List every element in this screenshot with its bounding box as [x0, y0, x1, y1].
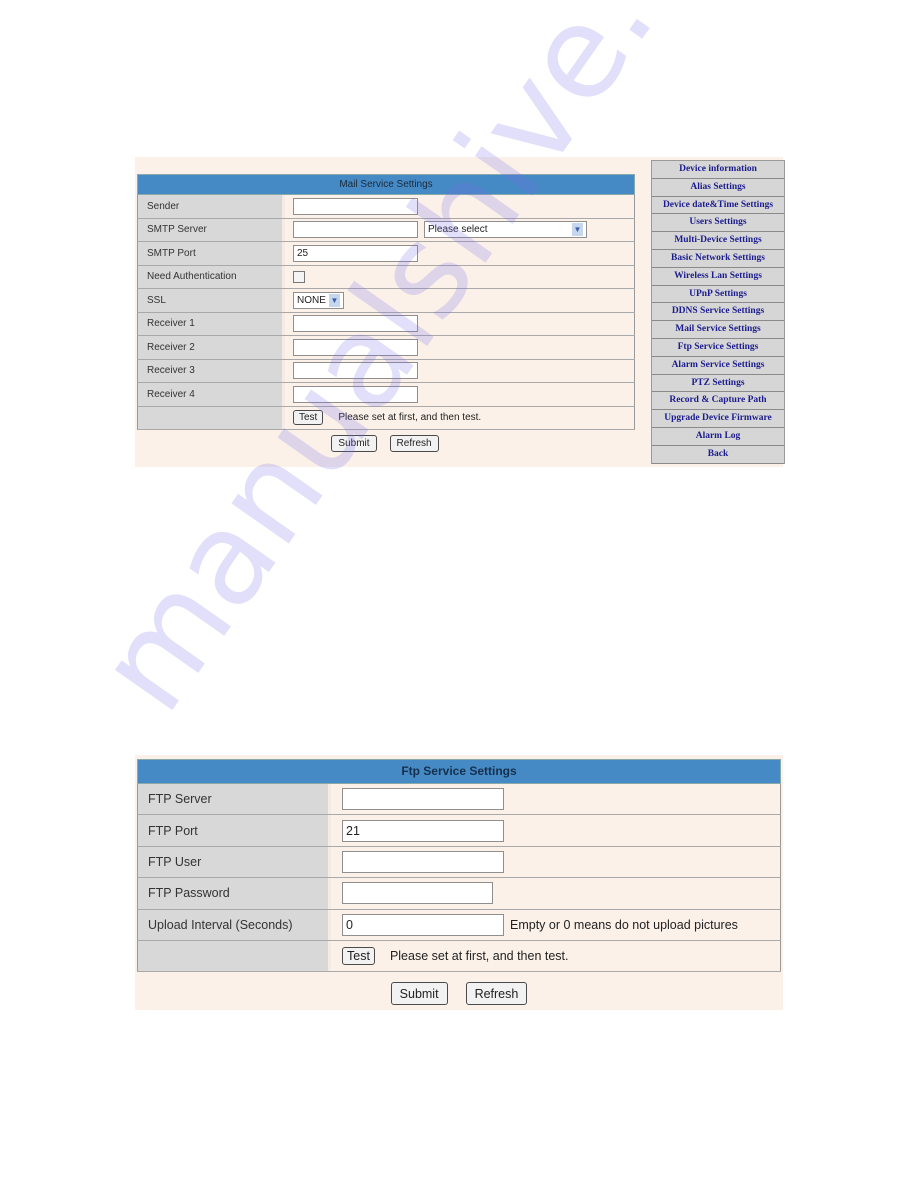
sidebar-item-alarm-log[interactable]: Alarm Log	[652, 428, 784, 446]
ftp-password-input[interactable]	[342, 882, 493, 905]
receiver1-label: Receiver 1	[137, 312, 285, 335]
ftp-submit-button[interactable]: Submit	[390, 982, 448, 1005]
smtp-port-input[interactable]: 25	[293, 244, 418, 262]
receiver4-row: Receiver 4	[137, 383, 635, 407]
smtp-port-label: SMTP Port	[137, 242, 285, 265]
receiver2-input[interactable]	[293, 338, 418, 356]
upload-interval-row: Upload Interval (Seconds) 0 Empty or 0 m…	[137, 909, 781, 941]
sidebar-item-device-information[interactable]: Device information	[652, 161, 784, 179]
mail-settings-title: Mail Service Settings	[137, 174, 635, 195]
ftp-password-label: FTP Password	[137, 878, 331, 909]
chevron-down-icon: ▼	[572, 223, 583, 237]
mail-test-row: Test Please set at first, and then test.	[137, 406, 635, 430]
ftp-test-button[interactable]: Test	[342, 947, 375, 966]
sidebar-item-alias-settings[interactable]: Alias Settings	[652, 179, 784, 197]
ftp-port-row: FTP Port 21	[137, 815, 781, 847]
mail-refresh-button[interactable]: Refresh	[389, 435, 439, 452]
ftp-settings-panel: Ftp Service Settings FTP Server FTP Port…	[135, 755, 783, 1010]
ftp-server-input[interactable]	[342, 788, 504, 811]
smtp-port-row: SMTP Port 25	[137, 242, 635, 266]
need-auth-label: Need Authentication	[137, 265, 285, 288]
smtp-server-select-value: Please select	[428, 224, 488, 236]
ftp-port-input[interactable]: 21	[342, 819, 504, 842]
receiver3-row: Receiver 3	[137, 359, 635, 383]
ftp-port-label: FTP Port	[137, 815, 331, 846]
ftp-test-note: Please set at first, and then test.	[389, 949, 569, 964]
ftp-user-input[interactable]	[342, 850, 504, 873]
receiver4-label: Receiver 4	[137, 383, 285, 406]
sidebar-item-alarm-settings[interactable]: Alarm Service Settings	[652, 357, 784, 375]
sender-row: Sender	[137, 195, 635, 219]
ftp-action-buttons: Submit Refresh	[135, 982, 783, 1005]
mail-test-note: Please set at first, and then test.	[338, 412, 482, 424]
ftp-user-label: FTP User	[137, 846, 331, 878]
upload-interval-input[interactable]: 0	[342, 913, 504, 936]
empty-label	[137, 406, 285, 429]
need-auth-row: Need Authentication	[137, 265, 635, 289]
empty-label	[137, 940, 331, 972]
ftp-refresh-button[interactable]: Refresh	[465, 982, 528, 1005]
receiver2-row: Receiver 2	[137, 336, 635, 360]
sidebar-item-basic-network-settings[interactable]: Basic Network Settings	[652, 250, 784, 268]
ftp-password-row: FTP Password	[137, 878, 781, 910]
sidebar-item-multi-device-settings[interactable]: Multi-Device Settings	[652, 232, 784, 250]
receiver1-row: Receiver 1	[137, 312, 635, 336]
sidebar-item-upgrade-firmware[interactable]: Upgrade Device Firmware	[652, 410, 784, 428]
receiver4-input[interactable]	[293, 385, 418, 403]
smtp-server-select[interactable]: Please select ▼	[424, 221, 587, 239]
ftp-user-row: FTP User	[137, 846, 781, 879]
ftp-test-row: Test Please set at first, and then test.	[137, 940, 781, 973]
sender-label: Sender	[137, 195, 285, 218]
ftp-settings-form: Ftp Service Settings FTP Server FTP Port…	[137, 759, 781, 973]
sidebar-item-back[interactable]: Back	[652, 446, 784, 464]
mail-action-buttons: Submit Refresh	[135, 435, 635, 452]
receiver2-label: Receiver 2	[137, 336, 285, 359]
sender-input[interactable]	[293, 197, 418, 215]
upload-interval-note: Empty or 0 means do not upload pictures	[510, 917, 738, 932]
receiver1-input[interactable]	[293, 315, 418, 333]
ssl-select[interactable]: NONE ▼	[293, 291, 344, 309]
mail-submit-button[interactable]: Submit	[331, 435, 377, 452]
sidebar-item-mail-settings[interactable]: Mail Service Settings	[652, 321, 784, 339]
sidebar-item-record-capture-path[interactable]: Record & Capture Path	[652, 392, 784, 411]
sidebar-item-users-settings[interactable]: Users Settings	[652, 214, 784, 233]
sidebar-item-wireless-lan-settings[interactable]: Wireless Lan Settings	[652, 268, 784, 286]
sidebar-item-date-time-settings[interactable]: Device date&Time Settings	[652, 197, 784, 215]
ftp-server-row: FTP Server	[137, 784, 781, 816]
ssl-label: SSL	[137, 289, 285, 312]
sidebar-item-ftp-settings[interactable]: Ftp Service Settings	[652, 339, 784, 357]
ssl-select-value: NONE	[297, 294, 326, 306]
upload-interval-label: Upload Interval (Seconds)	[137, 909, 331, 940]
need-auth-checkbox[interactable]	[293, 270, 305, 283]
receiver3-input[interactable]	[293, 362, 418, 380]
ssl-row: SSL NONE ▼	[137, 289, 635, 313]
chevron-down-icon: ▼	[329, 293, 340, 307]
mail-settings-form: Mail Service Settings Sender SMTP Server…	[137, 174, 635, 430]
sidebar-item-ptz-settings[interactable]: PTZ Settings	[652, 375, 784, 393]
ftp-settings-title: Ftp Service Settings	[137, 759, 781, 784]
smtp-server-row: SMTP Server Please select ▼	[137, 218, 635, 242]
mail-test-button[interactable]: Test	[293, 410, 324, 426]
receiver3-label: Receiver 3	[137, 359, 285, 382]
smtp-server-label: SMTP Server	[137, 218, 285, 241]
ftp-server-label: FTP Server	[137, 784, 331, 815]
sidebar-item-ddns-settings[interactable]: DDNS Service Settings	[652, 303, 784, 322]
smtp-server-input[interactable]	[293, 221, 418, 239]
settings-sidebar: Device information Alias Settings Device…	[651, 160, 785, 464]
sidebar-item-upnp-settings[interactable]: UPnP Settings	[652, 286, 784, 304]
